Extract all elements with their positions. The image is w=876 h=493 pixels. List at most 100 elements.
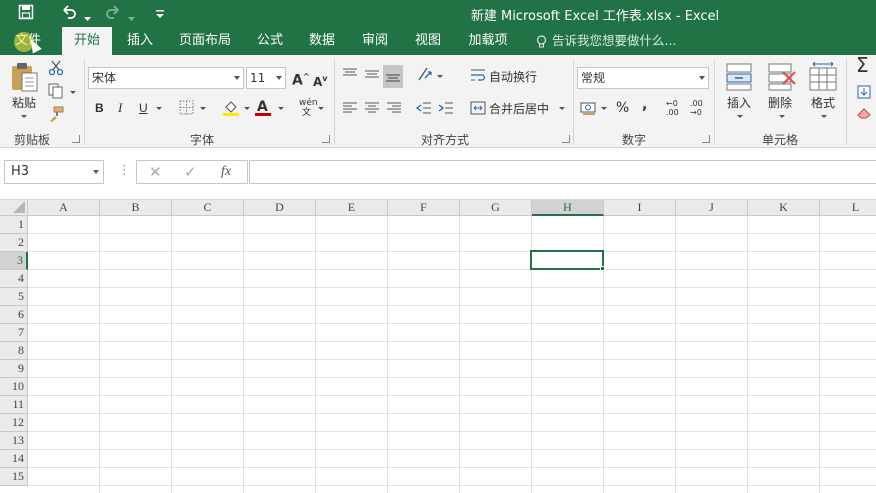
percent-button[interactable]: % — [616, 100, 629, 116]
insert-function-button[interactable]: fx — [221, 164, 231, 180]
align-top-icon[interactable] — [342, 67, 358, 84]
name-box[interactable]: H3 — [4, 160, 104, 184]
column-header-b[interactable]: B — [100, 200, 172, 216]
fill-color-dropdown-icon[interactable] — [244, 107, 250, 110]
formula-input[interactable] — [249, 160, 876, 184]
align-right-icon[interactable] — [386, 101, 402, 118]
decrease-indent-icon[interactable] — [415, 101, 432, 118]
number-launcher-icon[interactable] — [702, 135, 710, 143]
font-launcher-icon[interactable] — [322, 135, 330, 143]
insert-cells-icon[interactable] — [725, 62, 753, 95]
column-header-k[interactable]: K — [748, 200, 820, 216]
tab-view[interactable]: 视图 — [406, 27, 450, 55]
font-color-dropdown-icon[interactable] — [278, 107, 284, 110]
format-cells-button[interactable]: 格式 — [811, 95, 835, 111]
active-cell[interactable] — [530, 250, 604, 270]
wrap-text-icon[interactable] — [470, 68, 486, 85]
align-bottom-icon[interactable] — [383, 65, 403, 88]
cancel-icon[interactable]: ✕ — [149, 163, 162, 181]
grow-font-button[interactable]: A^ — [292, 69, 310, 89]
align-center-icon[interactable] — [364, 101, 380, 118]
insert-cells-button[interactable]: 插入 — [727, 95, 751, 111]
column-header-l[interactable]: L — [820, 200, 876, 216]
tab-review[interactable]: 审阅 — [353, 27, 397, 55]
orientation-dropdown-icon[interactable] — [437, 75, 443, 78]
delete-cells-button[interactable]: 删除 — [768, 95, 792, 111]
fill-down-icon[interactable] — [857, 85, 871, 102]
enter-icon[interactable]: ✓ — [184, 163, 197, 181]
worksheet-grid[interactable]: A B C D E F G H I J K L 1 2 3 4 5 6 7 8 9 10 11 12 13 14 15 — [0, 200, 876, 493]
row-header-11[interactable]: 11 — [0, 396, 28, 414]
merge-dropdown-icon[interactable] — [559, 107, 565, 110]
row-header-1[interactable]: 1 — [0, 216, 28, 234]
tab-home[interactable]: 开始 — [62, 27, 112, 55]
column-header-d[interactable]: D — [244, 200, 316, 216]
paste-icon[interactable] — [10, 61, 40, 96]
increase-indent-icon[interactable] — [438, 101, 454, 118]
column-header-g[interactable]: G — [460, 200, 532, 216]
row-header-7[interactable]: 7 — [0, 324, 28, 342]
row-header-13[interactable]: 13 — [0, 432, 28, 450]
align-left-icon[interactable] — [342, 101, 358, 118]
insert-cells-dropdown-icon[interactable] — [737, 115, 743, 118]
column-header-c[interactable]: C — [172, 200, 244, 216]
phonetic-dropdown-icon[interactable] — [318, 107, 324, 110]
column-header-j[interactable]: J — [676, 200, 748, 216]
fill-handle[interactable] — [600, 266, 605, 271]
more-options-icon[interactable]: ⋮ — [118, 163, 131, 179]
tab-data[interactable]: 数据 — [300, 27, 344, 55]
fill-color-icon[interactable] — [222, 99, 240, 120]
borders-dropdown-icon[interactable] — [200, 107, 206, 110]
clipboard-launcher-icon[interactable] — [72, 135, 80, 143]
bold-button[interactable]: B — [95, 100, 104, 116]
row-header-14[interactable]: 14 — [0, 450, 28, 468]
tab-insert[interactable]: 插入 — [118, 27, 162, 55]
copy-dropdown-icon[interactable] — [70, 91, 76, 94]
chevron-down-icon[interactable] — [93, 170, 99, 174]
align-middle-icon[interactable] — [364, 67, 380, 84]
row-header-15[interactable]: 15 — [0, 468, 28, 486]
column-header-f[interactable]: F — [388, 200, 460, 216]
paste-dropdown-icon[interactable] — [21, 115, 27, 118]
column-header-a[interactable]: A — [28, 200, 100, 216]
format-cells-icon[interactable] — [808, 61, 838, 95]
underline-button[interactable]: U — [139, 100, 148, 116]
increase-decimal-button[interactable]: ←0.00 — [666, 99, 679, 117]
row-header-4[interactable]: 4 — [0, 270, 28, 288]
delete-cells-icon[interactable] — [767, 62, 797, 95]
format-cells-dropdown-icon[interactable] — [821, 115, 827, 118]
autosum-icon[interactable]: Σ — [856, 55, 869, 75]
italic-button[interactable]: I — [118, 100, 122, 116]
merge-center-icon[interactable] — [470, 100, 486, 119]
row-header-10[interactable]: 10 — [0, 378, 28, 396]
accounting-dropdown-icon[interactable] — [601, 107, 607, 110]
row-header-9[interactable]: 9 — [0, 360, 28, 378]
row-header-6[interactable]: 6 — [0, 306, 28, 324]
merge-center-button[interactable]: 合并后居中 — [489, 101, 549, 117]
column-header-e[interactable]: E — [316, 200, 388, 216]
row-header-3[interactable]: 3 — [0, 252, 28, 270]
shrink-font-button[interactable]: Av — [313, 71, 328, 90]
row-header-2[interactable]: 2 — [0, 234, 28, 252]
row-header-12[interactable]: 12 — [0, 414, 28, 432]
borders-icon[interactable] — [179, 100, 194, 118]
format-painter-icon[interactable] — [48, 106, 64, 125]
copy-icon[interactable] — [48, 83, 64, 102]
tab-addins[interactable]: 加载项 — [460, 27, 516, 55]
tab-formulas[interactable]: 公式 — [248, 27, 292, 55]
column-header-h[interactable]: H — [532, 200, 604, 216]
cut-icon[interactable] — [48, 60, 64, 79]
orientation-icon[interactable] — [417, 66, 435, 85]
font-name-select[interactable]: 宋体 — [88, 67, 244, 89]
phonetic-button[interactable]: wén 文 — [299, 98, 318, 118]
font-size-select[interactable]: 11 — [246, 67, 286, 89]
tab-page-layout[interactable]: 页面布局 — [170, 27, 240, 55]
underline-dropdown-icon[interactable] — [156, 107, 162, 110]
clear-icon[interactable] — [857, 107, 871, 122]
comma-button[interactable]: , — [642, 97, 647, 113]
row-header-8[interactable]: 8 — [0, 342, 28, 360]
row-header-5[interactable]: 5 — [0, 288, 28, 306]
delete-cells-dropdown-icon[interactable] — [779, 115, 785, 118]
decrease-decimal-button[interactable]: .00 →0 — [690, 99, 703, 117]
accounting-format-icon[interactable] — [580, 100, 598, 119]
